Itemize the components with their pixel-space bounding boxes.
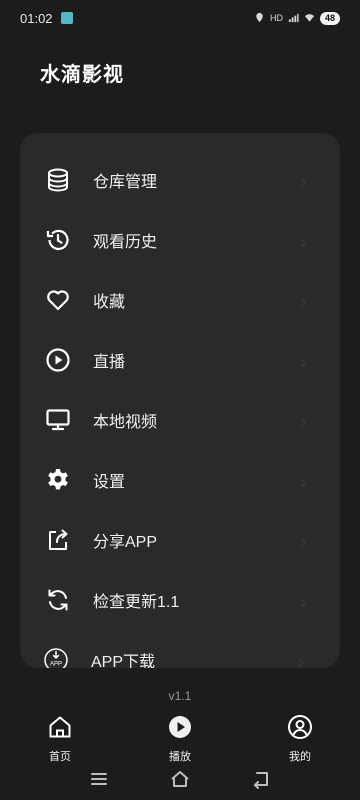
share-icon xyxy=(45,527,71,553)
svg-text:APP: APP xyxy=(50,662,62,668)
monitor-icon xyxy=(45,407,71,433)
user-icon xyxy=(287,710,313,745)
menu-item-settings[interactable]: 设置 xyxy=(20,450,340,510)
gear-icon xyxy=(45,467,71,493)
home-icon xyxy=(47,710,73,745)
menu-item-check-update[interactable]: 检查更新1.1 xyxy=(20,570,340,630)
signal-icon xyxy=(288,12,299,25)
notification-app-icon xyxy=(60,12,73,24)
back-icon[interactable] xyxy=(250,768,272,790)
wifi-icon xyxy=(304,12,315,25)
chevron-right-icon xyxy=(298,535,308,548)
play-circle-icon xyxy=(45,347,71,373)
menu-item-label: 直播 xyxy=(93,354,126,371)
status-right: HD 48 xyxy=(254,11,340,25)
menu-card: 仓库管理 观看历史 收藏 直播 本地视频 设置 分享APP 检查更新1.1 AP… xyxy=(20,133,340,668)
location-icon xyxy=(254,12,265,25)
chevron-right-icon xyxy=(298,475,308,488)
chevron-right-icon xyxy=(298,355,308,368)
chevron-right-icon xyxy=(298,295,308,308)
menu-item-app-download[interactable]: APP APP下载 xyxy=(20,630,338,668)
menu-item-local-video[interactable]: 本地视频 xyxy=(20,390,340,450)
menu-item-label: 观看历史 xyxy=(93,234,158,251)
page-title: 水滴影视 xyxy=(40,64,124,86)
menu-item-label: 本地视频 xyxy=(93,414,158,431)
menu-item-label: 仓库管理 xyxy=(93,174,158,191)
system-nav-bar xyxy=(0,762,360,800)
status-left: 01:02 xyxy=(20,11,73,26)
menu-item-label: APP下载 xyxy=(91,654,156,668)
version-label: v1.1 xyxy=(168,689,192,703)
signal-hd-label: HD xyxy=(269,13,283,23)
battery-badge: 48 xyxy=(319,11,340,25)
chevron-right-icon xyxy=(296,655,306,668)
menu-item-live[interactable]: 直播 xyxy=(20,330,340,390)
refresh-icon xyxy=(45,587,71,613)
menu-item-favorites[interactable]: 收藏 xyxy=(20,270,340,330)
history-icon xyxy=(45,227,71,253)
chevron-right-icon xyxy=(298,235,308,248)
bottom-tab-bar: 首页 播放 我的 xyxy=(0,710,360,763)
chevron-right-icon xyxy=(298,595,308,608)
status-time: 01:02 xyxy=(20,10,53,26)
menu-item-label: 收藏 xyxy=(93,294,126,311)
tab-home[interactable]: 首页 xyxy=(30,710,90,763)
menu-item-repository[interactable]: 仓库管理 xyxy=(20,150,340,210)
menu-item-share-app[interactable]: 分享APP xyxy=(20,510,340,570)
status-bar: 01:02 HD 48 xyxy=(0,0,360,36)
menu-item-label: 分享APP xyxy=(93,534,158,551)
database-icon xyxy=(45,167,71,193)
play-icon xyxy=(167,710,193,745)
home-outline-icon[interactable] xyxy=(169,768,191,790)
chevron-right-icon xyxy=(298,415,308,428)
menu-item-label: 设置 xyxy=(93,474,126,491)
chevron-right-icon xyxy=(298,175,308,188)
tab-mine[interactable]: 我的 xyxy=(270,710,330,763)
heart-icon xyxy=(45,287,71,313)
app-download-icon: APP xyxy=(43,647,69,668)
menu-item-history[interactable]: 观看历史 xyxy=(20,210,340,270)
tab-play[interactable]: 播放 xyxy=(150,710,210,763)
menu-item-label: 检查更新1.1 xyxy=(93,594,180,611)
menu-icon[interactable] xyxy=(88,768,110,790)
